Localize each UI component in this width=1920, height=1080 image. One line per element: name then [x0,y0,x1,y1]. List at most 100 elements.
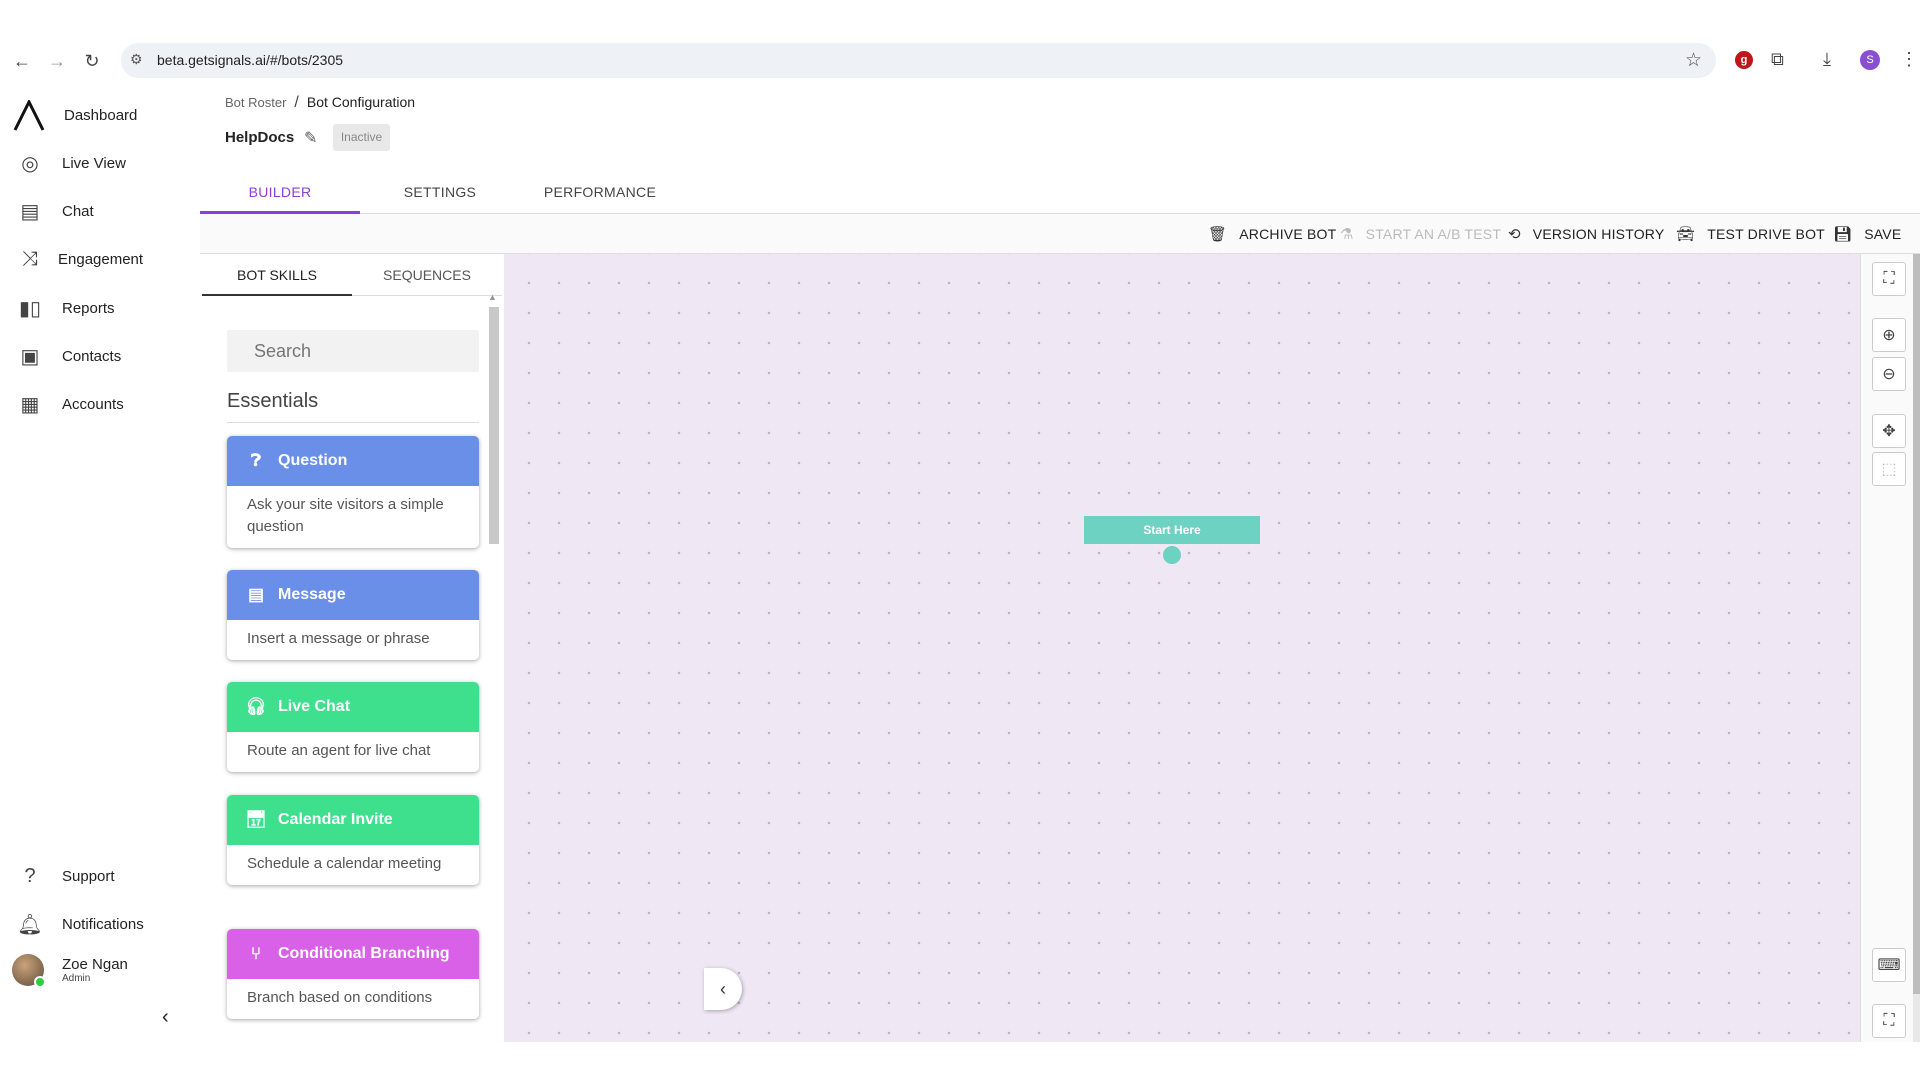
skill-title: Calendar Invite [278,811,393,828]
test-drive-bot-button[interactable]: 🚘︎ TEST DRIVE BOT [1676,225,1825,243]
search-input[interactable] [227,330,479,372]
start-node-connector[interactable] [1161,544,1183,566]
branch-icon: ⑂ [250,944,262,963]
start-here-node[interactable]: Start Here [1084,516,1260,544]
collapse-sidebar-chevron-icon[interactable]: ‹ [162,1006,169,1029]
user-role: Admin [62,973,91,984]
skill-description: Schedule a calendar meeting [247,855,442,872]
page-scrollbar-thumb[interactable] [1913,254,1920,994]
version-history-button[interactable]: ⟲ VERSION HISTORY [1508,225,1664,243]
skill-description: Insert a message or phrase [247,630,430,647]
skill-description: Branch based on conditions [247,989,433,1006]
address-bar[interactable] [121,43,1716,78]
engagement-icon: ⤨ [22,247,38,270]
sidebar-item-label: Engagement [58,250,144,268]
skill-card-message[interactable]: ▤ Message Insert a message or phrase [227,570,479,660]
sidebar-item-dashboard[interactable]: Dashboard [0,93,200,137]
skill-card-conditional-branching[interactable]: ⑂ Conditional Branching Branch based on c… [227,929,479,1019]
zoom-in-icon[interactable]: ⊕ [1872,318,1906,352]
select-area-icon[interactable]: ⬚ [1872,452,1906,486]
forward-icon[interactable]: → [44,48,70,74]
archive-bot-button[interactable]: 🗑︎ ARCHIVE BOT [1208,225,1336,243]
save-button[interactable]: 💾︎ SAVE [1833,225,1901,243]
sidebar-item-label: Dashboard [64,106,138,124]
chat-icon: ▤ [20,200,40,223]
sidebar-item-reports[interactable]: ▮▯ Reports [0,286,200,330]
calendar-icon: 📅︎ [245,810,267,829]
builder-canvas[interactable]: Start Here [504,254,1860,1042]
tab-performance[interactable]: PERFORMANCE [520,174,680,214]
site-settings-icon[interactable]: ⚙ [130,51,143,68]
fit-to-screen-icon[interactable]: ⛶ [1872,262,1906,296]
bookmark-star-icon[interactable]: ☆ [1685,49,1702,72]
ab-test-button[interactable]: ⚗ START AN A/B TEST [1340,225,1501,243]
skill-title: Live Chat [278,698,351,715]
edit-pencil-icon[interactable]: ✎ [304,128,317,148]
profile-avatar[interactable]: S [1860,50,1880,70]
user-profile[interactable]: Zoe Ngan Admin [12,954,128,988]
builder-toolbar: 🗑︎ ARCHIVE BOT ⚗ START AN A/B TEST ⟲ VERSIO… [200,214,1920,254]
pan-move-icon[interactable]: ✥ [1872,414,1906,448]
sidebar-item-chat[interactable]: ▤ Chat [0,189,200,233]
live-view-icon: ◎ [21,152,39,175]
bot-name: HelpDocs [225,129,295,146]
skill-card-live-chat[interactable]: 🎧︎ Live Chat Route an agent for live chat [227,682,479,772]
sidebar-item-label: Live View [62,154,126,172]
skill-description: Ask your site visitors a simple question [247,496,444,535]
canvas-controls: ⛶ ⊕ ⊖ ✥ ⬚ ⌨ ⛶ [1860,254,1920,1042]
fullscreen-icon[interactable]: ⛶ [1872,1004,1906,1038]
extension-badge-icon[interactable]: g [1735,51,1753,69]
sidebar-item-engagement[interactable]: ⤨ Engagement [0,237,200,281]
skill-card-calendar-invite[interactable]: 📅︎ Calendar Invite Schedule a calendar me… [227,795,479,885]
avatar [12,954,46,988]
sidebar-item-label: Notifications [62,915,144,933]
panel-scrollbar[interactable] [489,307,499,544]
skill-description: Route an agent for live chat [247,742,431,759]
question-icon: ❓︎ [250,451,262,470]
sidebar-item-label: Reports [62,299,115,317]
sidebar-item-live-view[interactable]: ◎ Live View [0,141,200,185]
car-icon: 🚘︎ [1676,226,1696,243]
sidebar-item-notifications[interactable]: 🔔︎ Notifications [0,902,200,946]
contacts-icon: ▣ [20,345,40,368]
breadcrumb: Bot Roster / Bot Configuration [225,94,416,111]
online-status-dot [34,976,46,988]
breadcrumb-current: Bot Configuration [306,94,416,110]
panel-tab-bar: BOT SKILLS SEQUENCES [202,254,502,296]
skill-title: Message [278,586,346,603]
skill-title: Question [278,452,348,469]
reload-icon[interactable]: ↻ [79,48,105,74]
tab-builder[interactable]: BUILDER [200,174,360,214]
sidebar-item-accounts[interactable]: ▦ Accounts [0,382,200,426]
flask-icon: ⚗ [1340,226,1354,243]
keyboard-icon[interactable]: ⌨ [1872,948,1906,982]
scroll-up-arrow-icon[interactable]: ▲ [488,292,497,302]
breadcrumb-bot-roster[interactable]: Bot Roster [225,95,286,110]
zoom-out-icon[interactable]: ⊖ [1872,357,1906,391]
download-icon[interactable]: ⤓ [1823,49,1831,70]
tab-bar: BUILDER SETTINGS PERFORMANCE [200,174,1920,214]
trash-icon: 🗑︎ [1208,226,1228,243]
sidebar-item-contacts[interactable]: ▣ Contacts [0,334,200,378]
extensions-puzzle-icon[interactable]: ⧉ [1771,49,1784,70]
bell-icon: 🔔︎ [17,913,43,936]
tab-bot-skills[interactable]: BOT SKILLS [202,254,352,296]
skill-title: Conditional Branching [278,945,450,962]
skills-panel: BOT SKILLS SEQUENCES ▲ Essentials ❓︎ Ques… [200,254,503,1042]
sidebar-item-support[interactable]: ? Support [0,854,200,898]
sidebar-item-label: Support [62,867,115,885]
history-icon: ⟲ [1508,226,1521,243]
help-icon: ? [24,864,36,887]
browser-chrome: ← → ↻ ⚙ beta.getsignals.ai/#/bots/2305 ☆… [0,0,1920,84]
bar-chart-icon: ▮▯ [18,297,41,320]
section-heading: Essentials [227,390,319,412]
divider [227,422,479,423]
tab-sequences[interactable]: SEQUENCES [352,254,502,296]
tab-settings[interactable]: SETTINGS [360,174,520,214]
skill-card-question[interactable]: ❓︎ Question Ask your site visitors a simp… [227,436,479,548]
browser-menu-icon[interactable]: ⋮ [1900,49,1918,70]
back-icon[interactable]: ← [9,48,35,74]
building-icon: ▦ [20,393,40,416]
url-text[interactable]: beta.getsignals.ai/#/bots/2305 [157,52,343,68]
user-name: Zoe Ngan [62,956,128,973]
